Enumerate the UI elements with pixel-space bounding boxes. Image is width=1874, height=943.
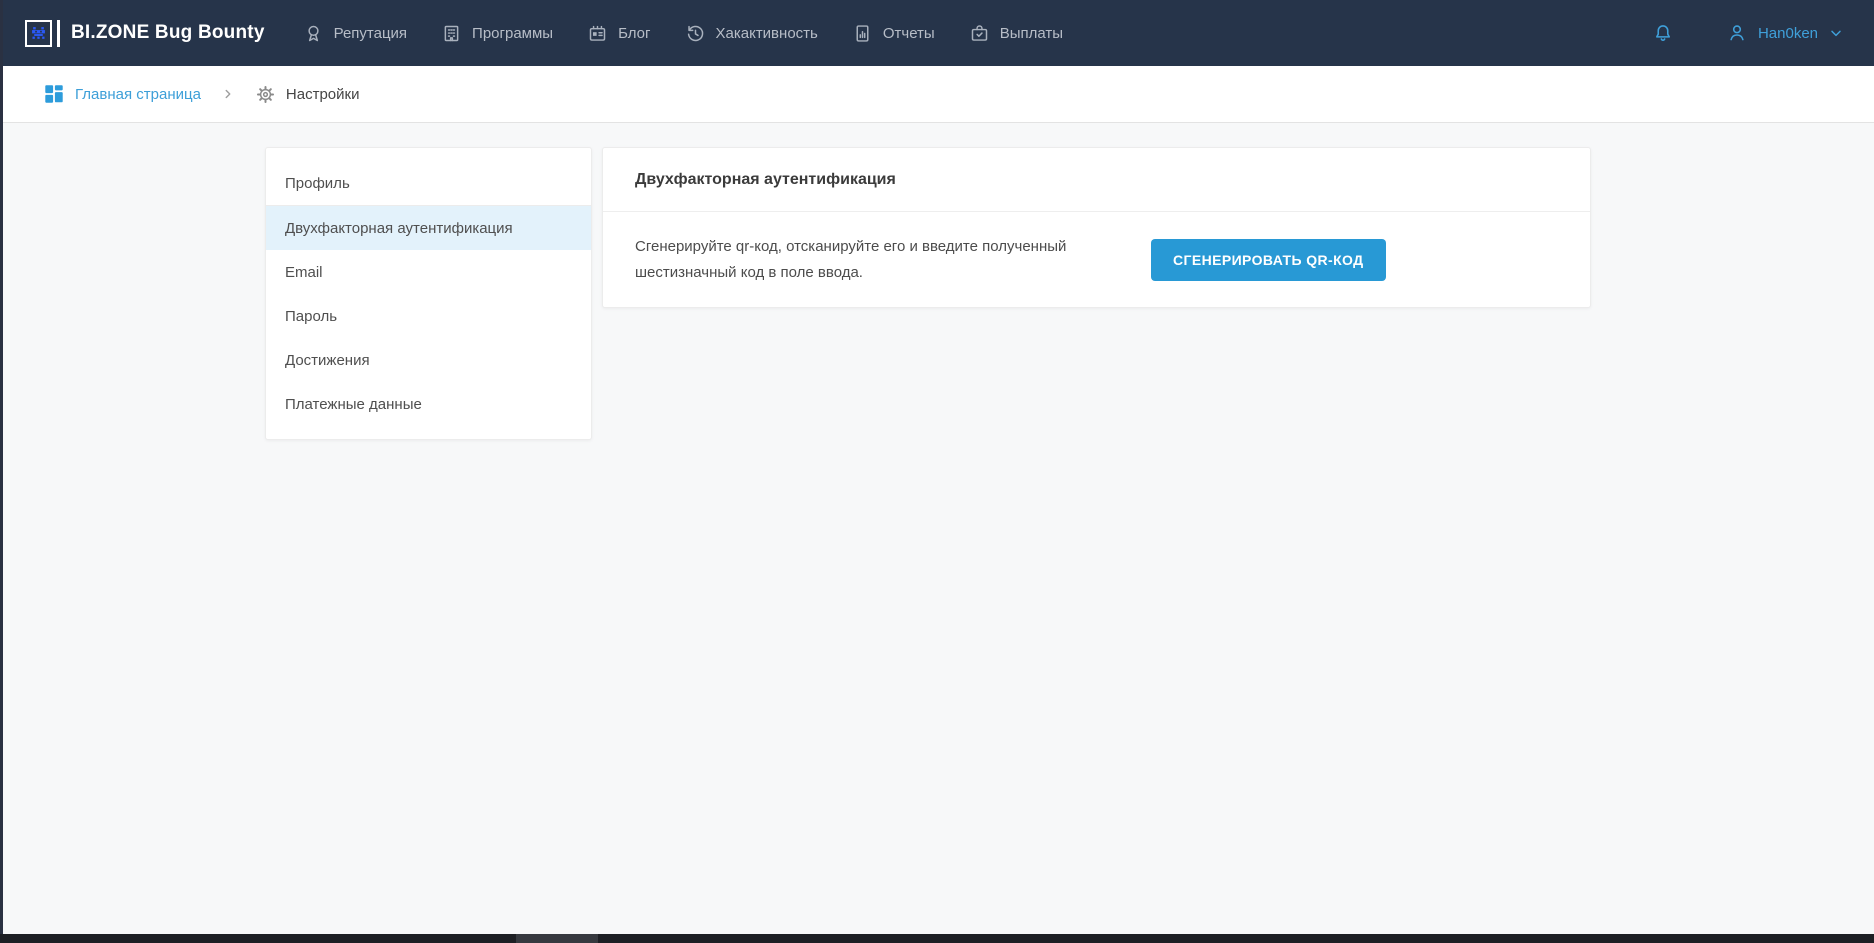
nav-item-reputation[interactable]: Репутация [303,23,407,44]
nav-item-label: Хакактивность [716,25,818,42]
window-left-edge [0,0,3,943]
scrollbar-thumb[interactable] [516,934,598,943]
breadcrumb: Главная страница Настройки [0,66,1874,123]
menu-item-label: Профиль [285,175,350,192]
history-clock-icon [685,23,706,44]
person-icon [1726,22,1748,44]
menu-item-label: Email [285,264,323,281]
breadcrumb-current-label: Настройки [286,86,360,103]
building-icon [441,23,462,44]
nav-item-label: Выплаты [1000,25,1063,42]
menu-item-label: Достижения [285,352,370,369]
brand-logo[interactable]: BI.ZONE Bug Bounty [25,20,265,47]
username: Han0ken [1758,25,1818,42]
nav-item-label: Отчеты [883,25,935,42]
report-chart-icon [852,23,873,44]
top-nav: BI.ZONE Bug Bounty Репутация Программы [0,0,1874,66]
menu-item-label: Пароль [285,308,337,325]
bug-icon [25,20,60,47]
gear-icon [255,84,276,105]
briefcase-check-icon [969,23,990,44]
nav-item-hackactivity[interactable]: Хакактивность [685,23,818,44]
chevron-down-icon [1828,25,1844,41]
settings-menu-item-achievements[interactable]: Достижения [266,338,591,382]
nav-item-programs[interactable]: Программы [441,23,553,44]
newspaper-icon [587,23,608,44]
breadcrumb-home-label: Главная страница [75,86,201,103]
medal-icon [303,23,324,44]
settings-menu-item-profile[interactable]: Профиль [266,162,591,206]
two-factor-panel: Двухфакторная аутентификация Сгенерируйт… [602,147,1591,308]
main-nav-menu: Репутация Программы Блог [303,23,1097,44]
menu-item-label: Платежные данные [285,396,422,413]
chevron-right-icon [221,87,235,101]
settings-menu: Профиль Двухфакторная аутентификация Ema… [265,147,592,440]
settings-menu-item-email[interactable]: Email [266,250,591,294]
panel-description: Сгенерируйте qr-код, отсканируйте его и … [635,234,1105,286]
breadcrumb-home-link[interactable]: Главная страница [43,83,201,105]
menu-item-label: Двухфакторная аутентификация [285,220,513,237]
nav-item-label: Блог [618,25,650,42]
dashboard-tiles-icon [43,83,65,105]
settings-menu-item-password[interactable]: Пароль [266,294,591,338]
panel-title: Двухфакторная аутентификация [635,171,896,189]
nav-item-payouts[interactable]: Выплаты [969,23,1063,44]
user-menu[interactable]: Han0ken [1726,22,1844,44]
panel-body: Сгенерируйте qr-код, отсканируйте его и … [603,212,1590,307]
settings-menu-item-payment-data[interactable]: Платежные данные [266,382,591,426]
nav-item-label: Репутация [334,25,407,42]
notifications-button[interactable] [1652,22,1674,44]
brand-title: BI.ZONE Bug Bounty [71,22,265,44]
settings-menu-item-2fa[interactable]: Двухфакторная аутентификация [266,206,591,250]
nav-item-blog[interactable]: Блог [587,23,650,44]
nav-item-label: Программы [472,25,553,42]
generate-qr-button[interactable]: СГЕНЕРИРОВАТЬ QR-КОД [1151,239,1386,281]
breadcrumb-current: Настройки [255,84,360,105]
nav-item-reports[interactable]: Отчеты [852,23,935,44]
panel-header: Двухфакторная аутентификация [603,148,1590,212]
bell-icon [1652,22,1674,44]
nav-right-section: Han0ken [1652,22,1844,44]
horizontal-scrollbar[interactable] [0,934,1874,943]
